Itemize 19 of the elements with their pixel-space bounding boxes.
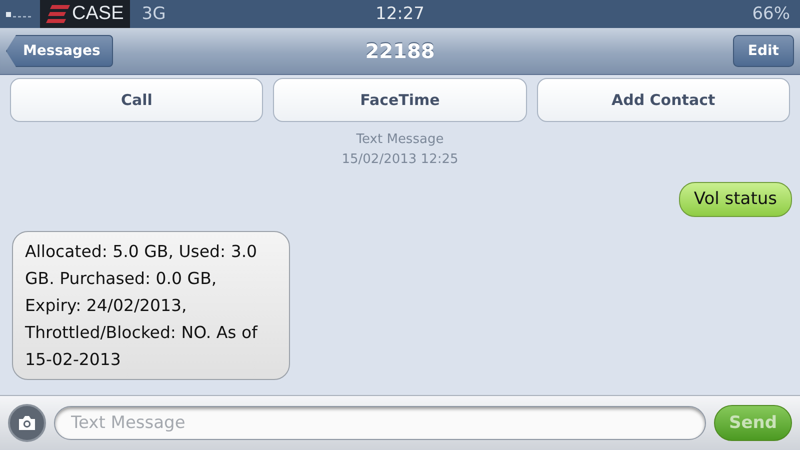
status-time: 12:27 (376, 4, 424, 24)
network-type: 3G (142, 4, 166, 24)
message-type-label: Text Message (356, 131, 444, 149)
message-date: 15/02/2013 12:25 (342, 151, 458, 169)
action-button[interactable]: Call (10, 78, 264, 122)
conversation-title: 22188 (365, 39, 435, 63)
received-message-bubble: Allocated: 5.0 GB, Used: 3.0 GB. Purchased: 0.0 GB, Expiry: 24/02/2013, Throttled/Blocked: NO. As of 15-02-2013 (12, 231, 290, 380)
edit-button[interactable]: Edit (732, 35, 794, 67)
battery-level: 66% (752, 4, 790, 24)
action-button[interactable]: FaceTime (273, 78, 527, 122)
camera-button[interactable] (8, 404, 46, 442)
action-button[interactable]: Add Contact (536, 78, 790, 122)
back-button[interactable]: Messages (6, 35, 114, 67)
logo-icon (46, 5, 70, 23)
camera-icon (17, 415, 37, 431)
signal-icon (6, 10, 34, 18)
message-input-field[interactable]: Text Message (54, 406, 706, 440)
sent-message-bubble: Vol status (678, 182, 792, 217)
carrier-name: CASE (72, 3, 124, 25)
